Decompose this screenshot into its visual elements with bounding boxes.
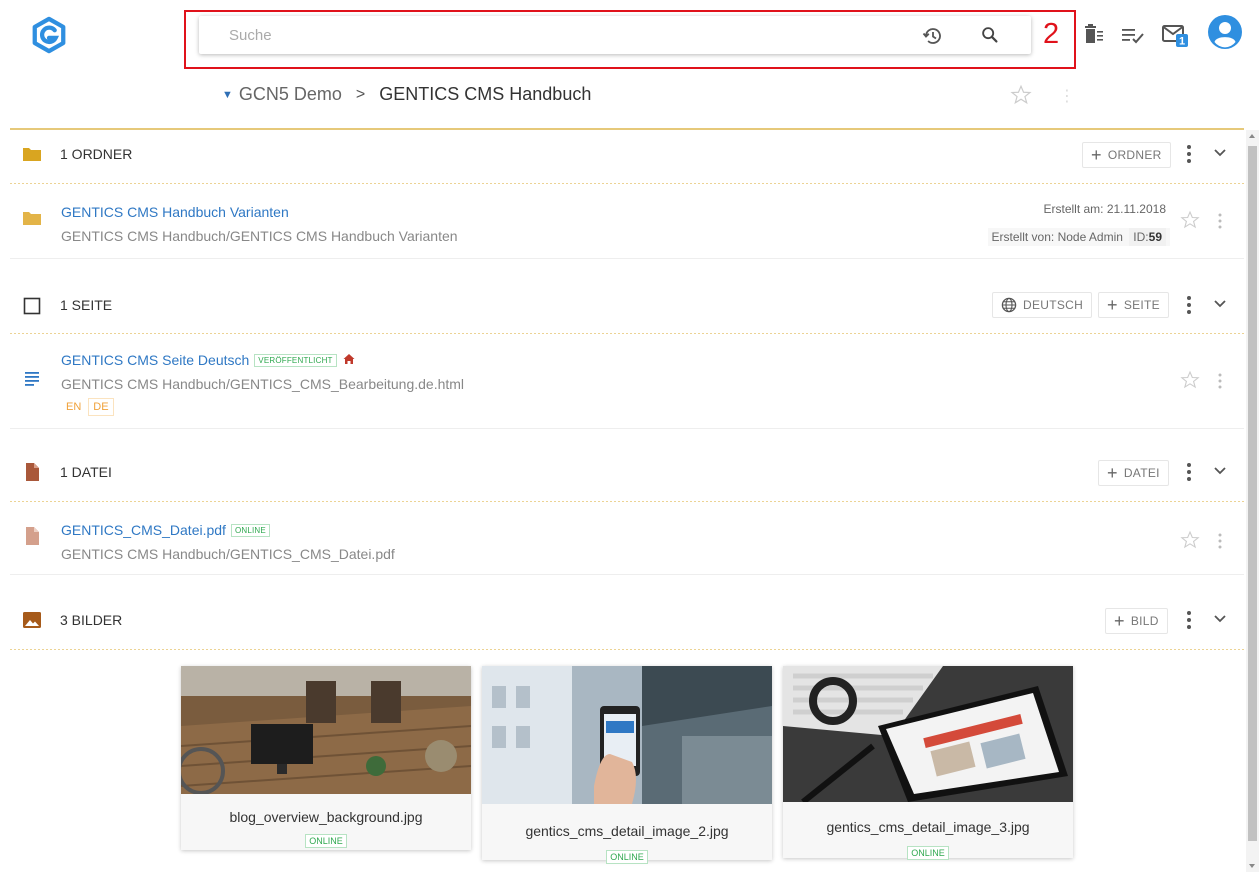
breadcrumb-more-icon[interactable]: ⋮ [1059,86,1075,106]
favourite-star-icon[interactable] [1010,84,1032,106]
page-lines-icon [25,372,39,386]
language-button[interactable]: DEUTSCH [992,292,1093,318]
chevron-down-icon[interactable] [1213,299,1227,309]
scrollbar-thumb[interactable] [1248,146,1257,841]
breadcrumb-caret-icon[interactable]: ▼ [222,89,233,101]
image-name: gentics_cms_detail_image_2.jpg [525,823,729,839]
list-item-file[interactable]: GENTICS_CMS_Datei.pdf ONLINE GENTICS CMS … [10,502,1244,574]
status-badge: VERÖFFENTLICHT [254,354,337,367]
scroll-up-icon[interactable] [1249,134,1255,138]
item-menu-icon[interactable] [1217,372,1223,390]
item-title[interactable]: GENTICS_CMS_Datei.pdf ONLINE [61,522,270,538]
item-title[interactable]: GENTICS CMS Handbuch Varianten [61,204,289,220]
section-title: 1 SEITE [60,297,113,313]
chevron-down-icon[interactable] [1213,466,1227,476]
plus-icon: + [1114,611,1125,631]
section-menu-icon[interactable] [1185,294,1193,316]
section-title: 1 DATEI [60,464,112,480]
scrollbar[interactable] [1246,130,1259,872]
image-card[interactable]: blog_overview_background.jpg ONLINE [177,666,472,850]
language-tag[interactable]: EN [61,398,86,416]
wastebin-icon[interactable] [1082,22,1108,48]
language-tag[interactable]: DE [88,398,114,416]
status-badge: ONLINE [230,524,270,537]
chevron-down-icon[interactable] [1213,148,1227,158]
divider [10,649,1244,650]
history-icon[interactable] [921,24,945,48]
favourite-star-icon[interactable] [1180,370,1200,390]
add-page-button[interactable]: + SEITE [1098,292,1169,318]
section-pages: 1 SEITE DEUTSCH + SEITE [10,280,1244,328]
divider [10,258,1244,259]
gentics-logo-icon[interactable] [30,16,68,54]
id-label: ID:59 [1129,228,1166,246]
image-card[interactable]: gentics_cms_detail_image_3.jpg ONLINE [783,666,1073,860]
image-name: gentics_cms_detail_image_3.jpg [826,819,1030,835]
image-thumbnail[interactable] [482,666,772,804]
item-menu-icon[interactable] [1217,532,1223,550]
divider [10,428,1244,429]
page-icon [23,297,41,315]
section-files: 1 DATEI + DATEI [10,448,1244,496]
callout-number: 2 [1043,18,1060,50]
breadcrumb-current[interactable]: GENTICS CMS Handbuch [379,84,591,105]
search-input[interactable] [199,16,899,54]
add-file-button[interactable]: + DATEI [1098,460,1169,486]
status-badge: ONLINE [606,850,648,864]
item-path: GENTICS CMS Handbuch/GENTICS_CMS_Bearbei… [61,376,465,392]
list-item-folder[interactable]: GENTICS CMS Handbuch Varianten GENTICS C… [10,184,1244,258]
list-item-page[interactable]: GENTICS CMS Seite Deutsch VERÖFFENTLICHT … [10,334,1244,428]
breadcrumb-root[interactable]: GCN5 Demo [239,84,342,105]
scroll-down-icon[interactable] [1249,864,1255,868]
section-menu-icon[interactable] [1185,143,1193,165]
image-card[interactable]: gentics_cms_detail_image_2.jpg ONLINE [482,666,772,864]
section-folders: 1 ORDNER + ORDNER [10,130,1244,178]
section-title: 1 ORDNER [60,146,133,162]
breadcrumb: ▼ GCN5 Demo > GENTICS CMS Handbuch [222,84,591,105]
folder-icon [23,148,41,161]
status-badge: ONLINE [305,834,347,848]
image-thumbnail[interactable] [783,666,1073,805]
divider [10,574,1244,575]
add-image-button[interactable]: + BILD [1105,608,1168,634]
chevron-down-icon[interactable] [1213,614,1227,624]
messages-icon[interactable]: 1 [1161,20,1191,50]
plus-icon: + [1091,145,1102,165]
tasks-icon[interactable] [1120,22,1146,48]
language-tags: EN DE [61,398,114,416]
globe-icon [1001,297,1017,313]
item-path: GENTICS CMS Handbuch/GENTICS_CMS_Datei.p… [61,546,395,562]
status-badge: ONLINE [907,846,949,860]
home-icon [343,354,355,364]
breadcrumb-separator-icon: > [355,85,366,103]
folder-icon [23,212,41,225]
image-icon [23,612,41,628]
plus-icon: + [1107,463,1118,483]
section-menu-icon[interactable] [1185,461,1193,483]
item-meta: Erstellt am: 21.11.2018 Erstellt von: No… [987,200,1170,250]
section-title: 3 BILDER [60,612,123,628]
item-path: GENTICS CMS Handbuch/GENTICS CMS Handbuc… [61,228,458,244]
favourite-star-icon[interactable] [1180,530,1200,550]
favourite-star-icon[interactable] [1180,210,1200,230]
top-bar: 2 1 [0,0,1259,78]
search-icon[interactable] [979,24,1001,46]
plus-icon: + [1107,295,1118,315]
image-name: blog_overview_background.jpg [229,809,423,825]
created-by: Erstellt von: Node Admin ID:59 [987,228,1170,246]
file-icon [26,463,39,481]
image-thumbnail[interactable] [177,666,472,795]
search-bar [199,16,1031,54]
section-menu-icon[interactable] [1185,609,1193,631]
item-title[interactable]: GENTICS CMS Seite Deutsch VERÖFFENTLICHT [61,352,355,368]
created-at: Erstellt am: 21.11.2018 [1043,202,1166,216]
item-menu-icon[interactable] [1217,212,1223,230]
section-images: 3 BILDER + BILD [10,596,1244,644]
add-folder-button[interactable]: + ORDNER [1082,142,1171,168]
user-avatar-icon[interactable] [1208,15,1242,49]
messages-count: 1 [1179,36,1185,48]
file-icon [26,527,39,545]
